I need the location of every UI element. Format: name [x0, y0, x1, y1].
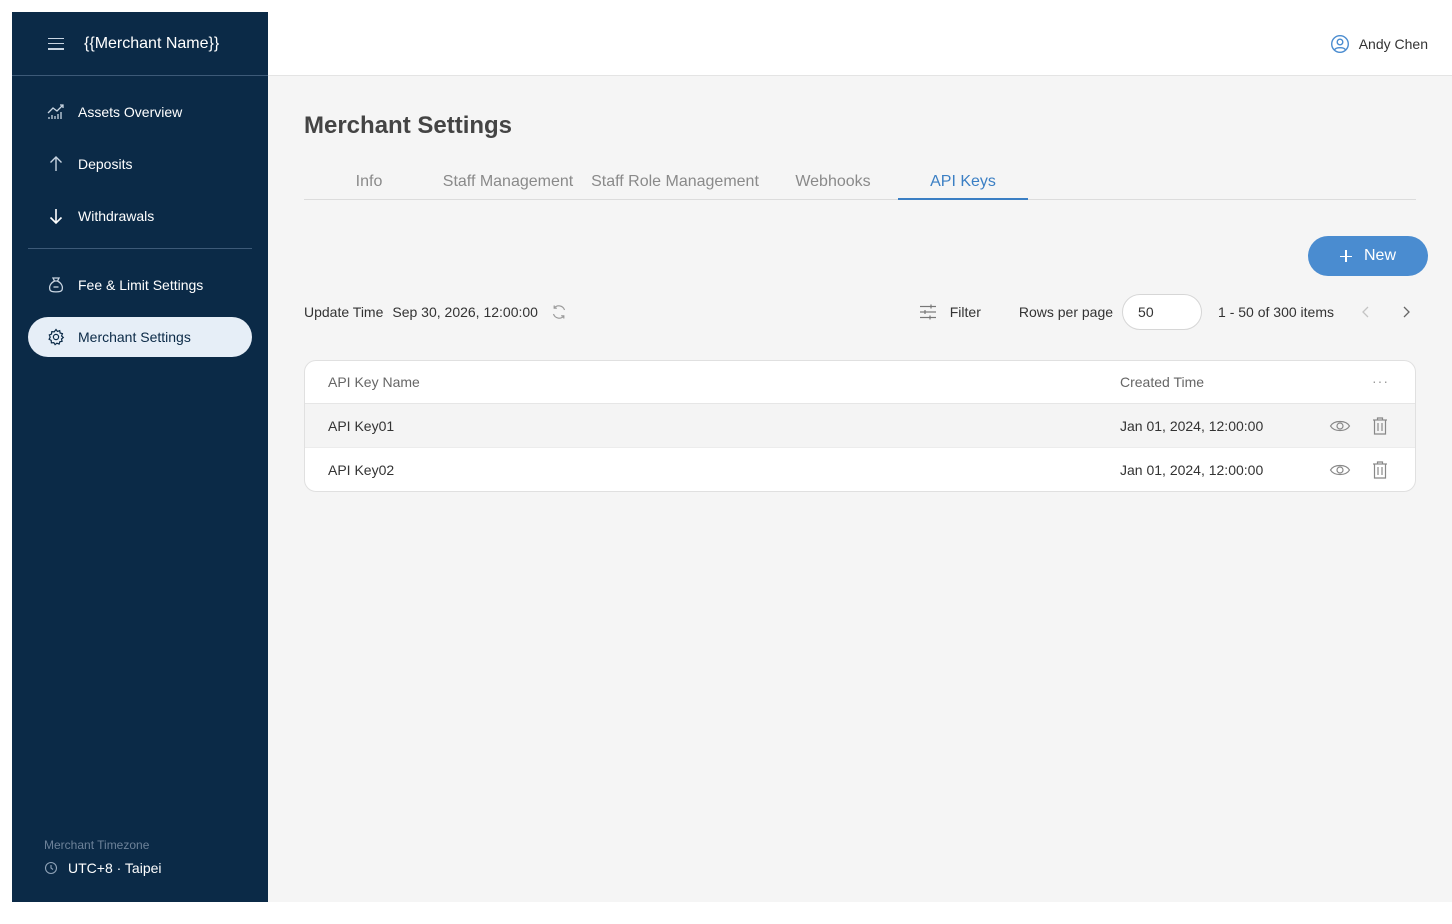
clock-icon — [44, 861, 58, 875]
hamburger-icon[interactable] — [48, 37, 64, 50]
delete-trash-icon[interactable] — [1371, 416, 1389, 436]
settings-tabs: Info Staff Management Staff Role Managem… — [304, 170, 1416, 200]
chevron-left-icon — [1362, 306, 1369, 318]
main-content: Merchant Settings Info Staff Management … — [268, 76, 1452, 902]
sidebar: {{Merchant Name}} Assets Overview Deposi… — [12, 12, 268, 902]
gear-icon — [46, 327, 66, 347]
sidebar-nav: Assets Overview Deposits Withdrawals Fee… — [12, 76, 268, 357]
user-menu[interactable]: Andy Chen — [1330, 34, 1428, 54]
arrow-up-icon — [46, 154, 66, 174]
view-eye-icon[interactable] — [1329, 460, 1351, 480]
sidebar-item-label: Merchant Settings — [78, 329, 191, 345]
created-time: Jan 01, 2024, 12:00:00 — [1120, 462, 1264, 478]
update-time-label: Update Time — [304, 304, 384, 320]
column-settings-more-icon[interactable]: ··· — [1372, 373, 1389, 389]
sidebar-item-label: Assets Overview — [78, 104, 183, 120]
sidebar-item-label: Fee & Limit Settings — [78, 277, 204, 293]
delete-trash-icon[interactable] — [1371, 460, 1389, 480]
tab-staff-management[interactable]: Staff Management — [436, 170, 580, 200]
money-bag-icon — [46, 275, 66, 295]
user-avatar-icon — [1330, 34, 1349, 54]
rows-per-page-label: Rows per page — [1018, 304, 1114, 320]
table-header: API Key Name Created Time ··· — [305, 361, 1415, 404]
merchant-name: {{Merchant Name}} — [84, 34, 220, 52]
new-api-key-button[interactable]: New — [1308, 236, 1428, 276]
view-eye-icon[interactable] — [1329, 416, 1351, 436]
sidebar-item-label: Withdrawals — [78, 208, 155, 224]
sidebar-item-fee-limit-settings[interactable]: Fee & Limit Settings — [28, 265, 252, 305]
toolbar-right: Filter Rows per page 1 - 50 of 300 items — [918, 294, 1416, 330]
table-row[interactable]: API Key01 Jan 01, 2024, 12:00:00 — [305, 404, 1415, 448]
api-key-name: API Key01 — [328, 417, 395, 434]
plus-icon — [1339, 250, 1352, 262]
tab-info[interactable]: Info — [322, 170, 416, 200]
arrow-down-icon — [46, 206, 66, 226]
tab-staff-role-management[interactable]: Staff Role Management — [588, 170, 762, 200]
created-time: Jan 01, 2024, 12:00:00 — [1120, 417, 1264, 434]
filter-label: Filter — [949, 304, 981, 320]
sidebar-item-deposits[interactable]: Deposits — [28, 144, 252, 184]
chart-icon — [46, 102, 66, 122]
next-page-button[interactable] — [1396, 302, 1416, 322]
timezone-value-row: UTC+8 · Taipei — [44, 860, 162, 876]
sidebar-header: {{Merchant Name}} — [12, 12, 268, 76]
rows-per-page-input[interactable] — [1122, 294, 1203, 330]
sidebar-item-withdrawals[interactable]: Withdrawals — [28, 196, 252, 236]
app-root: {{Merchant Name}} Assets Overview Deposi… — [12, 12, 1452, 902]
tab-webhooks[interactable]: Webhooks — [780, 170, 886, 200]
user-name: Andy Chen — [1358, 36, 1428, 52]
sidebar-item-label: Deposits — [78, 156, 133, 172]
column-header-created-time: Created Time — [1120, 374, 1205, 390]
top-bar: Andy Chen — [268, 12, 1452, 76]
table-row[interactable]: API Key02 Jan 01, 2024, 12:00:00 — [305, 448, 1415, 491]
timezone-value: UTC+8 · Taipei — [68, 860, 162, 876]
api-key-name: API Key02 — [328, 462, 395, 478]
timezone-label: Merchant Timezone — [44, 838, 150, 852]
table-toolbar: Update Time Sep 30, 2026, 12:00:00 Filte… — [304, 294, 1416, 330]
merchant-timezone: Merchant Timezone UTC+8 · Taipei — [44, 838, 162, 876]
tab-api-keys[interactable]: API Keys — [898, 170, 1028, 200]
filter-button[interactable]: Filter — [918, 302, 981, 322]
pagination-range: 1 - 50 of 300 items — [1218, 304, 1334, 320]
column-header-api-key-name: API Key Name — [328, 374, 420, 390]
refresh-icon[interactable] — [550, 303, 568, 321]
new-button-label: New — [1363, 247, 1396, 264]
update-time-value: Sep 30, 2026, 12:00:00 — [392, 304, 538, 320]
api-keys-table: API Key Name Created Time ··· API Key01 … — [304, 360, 1416, 492]
page-title: Merchant Settings — [304, 112, 513, 139]
chevron-right-icon — [1403, 306, 1410, 318]
sidebar-item-assets-overview[interactable]: Assets Overview — [28, 92, 252, 132]
filter-sliders-icon — [919, 304, 936, 320]
nav-divider — [28, 248, 252, 249]
prev-page-button[interactable] — [1356, 302, 1376, 322]
sidebar-item-merchant-settings[interactable]: Merchant Settings — [28, 317, 252, 357]
